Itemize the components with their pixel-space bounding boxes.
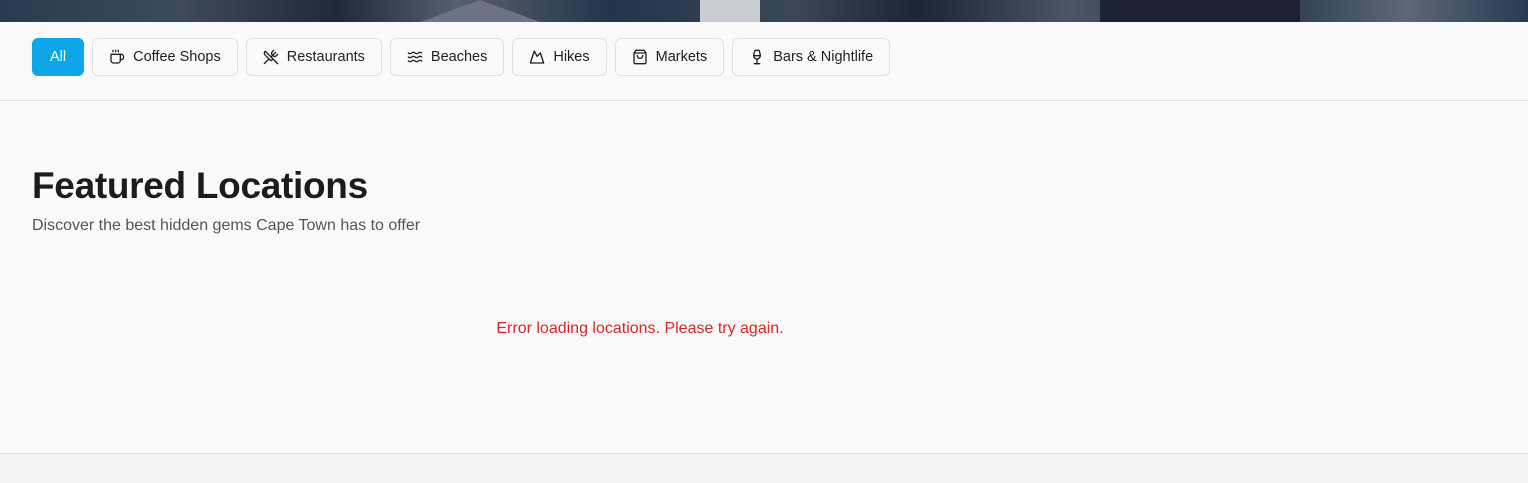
category-filter-bar: All Coffee Shops Restaurants Beaches Hik… [0, 22, 1528, 101]
waves-icon [407, 49, 423, 65]
hero-roof-shape [1100, 0, 1300, 22]
wine-icon [749, 49, 765, 65]
filter-chip-beaches[interactable]: Beaches [389, 38, 505, 76]
section-title: Featured Locations [32, 165, 368, 206]
filter-chip-group: All Coffee Shops Restaurants Beaches Hik… [32, 38, 891, 76]
filter-chip-coffee-shops[interactable]: Coffee Shops [92, 38, 238, 76]
shopping-bag-icon [632, 49, 648, 65]
featured-locations-section: Featured Locations Discover the best hid… [0, 101, 1528, 453]
filter-chip-hikes[interactable]: Hikes [512, 38, 607, 76]
section-subtitle: Discover the best hidden gems Cape Town … [32, 217, 421, 234]
filter-chip-label: Bars & Nightlife [773, 49, 874, 65]
filter-chip-label: Restaurants [286, 49, 365, 65]
filter-chip-restaurants[interactable]: Restaurants [245, 38, 382, 76]
filter-chip-label: All [50, 49, 67, 65]
hero-roof-shape [420, 0, 540, 22]
hero-image [0, 0, 1528, 22]
mountain-icon [529, 49, 545, 65]
filter-chip-label: Coffee Shops [133, 49, 221, 65]
footer-divider [0, 453, 1528, 483]
hero-building-shape [700, 0, 760, 22]
filter-chip-label: Markets [655, 49, 708, 65]
coffee-icon [109, 49, 125, 65]
filter-chip-label: Beaches [430, 49, 488, 65]
filter-chip-all[interactable]: All [32, 38, 85, 76]
error-message: Error loading locations. Please try agai… [496, 320, 784, 337]
utensils-crossed-icon [263, 49, 279, 65]
filter-chip-markets[interactable]: Markets [614, 38, 725, 76]
filter-chip-bars-nightlife[interactable]: Bars & Nightlife [732, 38, 891, 76]
filter-chip-label: Hikes [553, 49, 590, 65]
